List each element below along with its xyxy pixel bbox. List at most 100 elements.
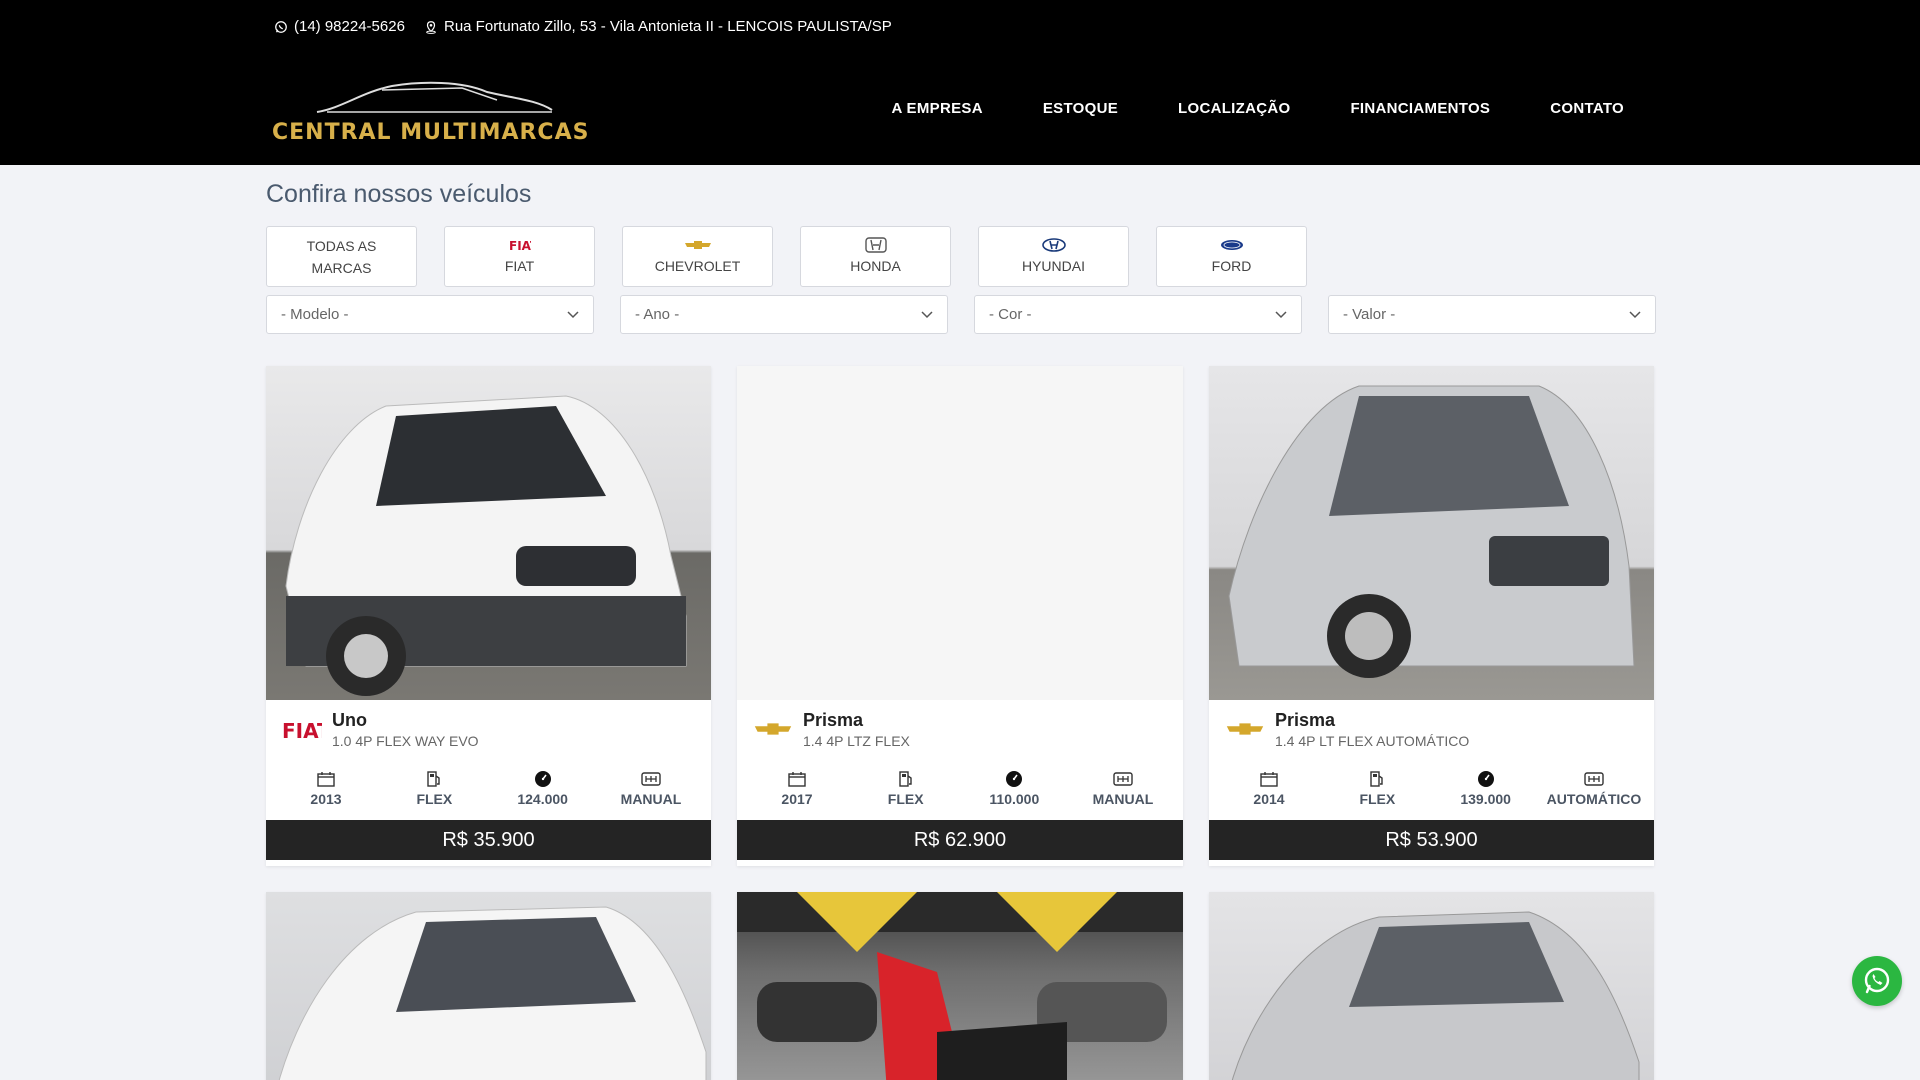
calendar-icon bbox=[1260, 772, 1278, 787]
vehicle-card[interactable]: Prisma 1.4 4P LTZ FLEX 2017 FLEX 110.000… bbox=[737, 366, 1183, 866]
honda-logo-icon bbox=[864, 236, 887, 253]
header-phone[interactable]: (14) 98224-5626 bbox=[274, 18, 405, 35]
vehicle-card[interactable] bbox=[266, 892, 711, 1080]
brand-button-all[interactable]: TODAS AS MARCAS bbox=[266, 226, 417, 287]
site-logo[interactable]: CENTRAL MULTIMARCAS bbox=[272, 78, 588, 148]
brand-label: HYUNDAI bbox=[1021, 257, 1085, 274]
brand-button-honda[interactable]: HONDA bbox=[800, 226, 951, 287]
spec-transmission: MANUAL bbox=[601, 769, 701, 821]
speedometer-icon bbox=[1477, 771, 1494, 787]
spec-year: 2017 bbox=[747, 769, 847, 821]
speedometer-icon bbox=[1006, 771, 1023, 787]
vehicle-info: Prisma 1.4 4P LT FLEX AUTOMÁTICO bbox=[1209, 700, 1654, 761]
main-nav: A EMPRESA ESTOQUE LOCALIZAÇÃO FINANCIAME… bbox=[892, 100, 1625, 117]
color-select[interactable]: - Cor - bbox=[974, 295, 1302, 334]
spec-year-value: 2013 bbox=[310, 791, 342, 807]
vehicle-photo[interactable] bbox=[737, 892, 1183, 1080]
white-car-illustration bbox=[285, 395, 687, 696]
speedometer-icon bbox=[534, 771, 551, 787]
vehicle-photo[interactable] bbox=[266, 892, 711, 1080]
vehicle-info: FIAT Uno 1.0 4P FLEX WAY EVO bbox=[266, 700, 711, 761]
vehicle-photo[interactable] bbox=[1209, 366, 1654, 700]
price-select[interactable]: - Valor - bbox=[1328, 295, 1656, 334]
vehicle-model[interactable]: Prisma bbox=[803, 710, 863, 731]
chevron-down-icon bbox=[1275, 310, 1287, 318]
brand-label: FORD bbox=[1211, 257, 1252, 274]
model-select[interactable]: - Modelo - bbox=[266, 295, 594, 334]
filter-bar: - Modelo - - Ano - - Cor - - Valor - bbox=[266, 295, 1656, 334]
spec-fuel: FLEX bbox=[856, 769, 956, 821]
brand-button-ford[interactable]: FORD bbox=[1156, 226, 1307, 287]
vehicle-card[interactable]: Prisma 1.4 4P LT FLEX AUTOMÁTICO 2014 FL… bbox=[1209, 366, 1654, 866]
fuel-pump-icon bbox=[427, 771, 441, 787]
brand-label: CHEVROLET bbox=[654, 257, 741, 274]
silver-car-illustration bbox=[1228, 385, 1635, 678]
nav-a-empresa[interactable]: A EMPRESA bbox=[892, 100, 983, 117]
spec-transmission-value: AUTOMÁTICO bbox=[1546, 791, 1642, 807]
brand-filter-bar: TODAS AS MARCAS FIAT FIAT CHEVROLET HOND… bbox=[266, 226, 1307, 287]
vehicle-photo-placeholder[interactable] bbox=[737, 366, 1183, 700]
whatsapp-icon bbox=[275, 20, 287, 33]
brand-label: TODAS AS bbox=[306, 237, 377, 254]
brand-button-chevrolet[interactable]: CHEVROLET bbox=[622, 226, 773, 287]
spec-transmission-value: MANUAL bbox=[620, 791, 682, 807]
spec-km-value: 110.000 bbox=[989, 791, 1040, 807]
nav-estoque[interactable]: ESTOQUE bbox=[1043, 100, 1118, 117]
vehicle-card[interactable]: FIAT Uno 1.0 4P FLEX WAY EVO 2013 FLEX 1… bbox=[266, 366, 711, 866]
nav-localizacao[interactable]: LOCALIZAÇÃO bbox=[1178, 100, 1290, 117]
gearbox-icon bbox=[1584, 772, 1604, 786]
whatsapp-chat-button[interactable] bbox=[1852, 956, 1902, 1006]
spec-transmission: MANUAL bbox=[1073, 769, 1173, 821]
vehicle-card[interactable] bbox=[737, 892, 1183, 1080]
spec-km-value: 124.000 bbox=[517, 791, 568, 807]
spec-transmission: AUTOMÁTICO bbox=[1544, 769, 1644, 821]
vehicle-photo[interactable] bbox=[266, 366, 711, 700]
address-text: Rua Fortunato Zillo, 53 - Vila Antonieta… bbox=[444, 18, 892, 35]
vehicle-price[interactable]: R$ 53.900 bbox=[1209, 820, 1654, 860]
fuel-pump-icon bbox=[898, 771, 912, 787]
vehicle-grid: FIAT Uno 1.0 4P FLEX WAY EVO 2013 FLEX 1… bbox=[266, 366, 1655, 1080]
vehicle-specs: 2014 FLEX 139.000 AUTOMÁTICO bbox=[1209, 761, 1654, 821]
model-select-value: - Modelo - bbox=[281, 306, 349, 323]
nav-contato[interactable]: CONTATO bbox=[1550, 100, 1624, 117]
vehicle-card[interactable] bbox=[1209, 892, 1654, 1080]
vehicle-photo[interactable] bbox=[1209, 892, 1654, 1080]
svg-text:FIAT: FIAT bbox=[509, 239, 531, 252]
header-address[interactable]: Rua Fortunato Zillo, 53 - Vila Antonieta… bbox=[424, 18, 892, 35]
vehicle-info: Prisma 1.4 4P LTZ FLEX bbox=[737, 700, 1183, 761]
page-title: Confira nossos veículos bbox=[266, 180, 532, 208]
spec-year-value: 2017 bbox=[781, 791, 813, 807]
vehicle-price[interactable]: R$ 35.900 bbox=[266, 820, 711, 860]
nav-financiamentos[interactable]: FINANCIAMENTOS bbox=[1350, 100, 1490, 117]
gearbox-icon bbox=[1113, 772, 1133, 786]
chevrolet-logo-icon bbox=[684, 237, 711, 253]
svg-text:FIAT: FIAT bbox=[282, 719, 322, 742]
white-car-illustration bbox=[278, 906, 707, 1080]
chevrolet-logo-icon bbox=[753, 714, 793, 744]
phone-text: (14) 98224-5626 bbox=[294, 18, 405, 35]
spec-fuel-value: FLEX bbox=[887, 791, 924, 807]
year-select[interactable]: - Ano - bbox=[620, 295, 948, 334]
spec-year: 2013 bbox=[276, 769, 376, 821]
year-select-value: - Ano - bbox=[635, 306, 680, 323]
gearbox-icon bbox=[641, 772, 661, 786]
ford-logo-icon bbox=[1220, 237, 1244, 253]
vehicle-specs: 2017 FLEX 110.000 MANUAL bbox=[737, 761, 1183, 821]
calendar-icon bbox=[788, 772, 806, 787]
whatsapp-icon bbox=[1864, 967, 1890, 994]
chevron-down-icon bbox=[1629, 310, 1641, 318]
fuel-pump-icon bbox=[1370, 771, 1384, 787]
vehicle-model[interactable]: Prisma bbox=[1275, 710, 1335, 731]
spec-km: 110.000 bbox=[964, 769, 1064, 821]
brand-label: HONDA bbox=[850, 257, 901, 274]
brand-label: MARCAS bbox=[311, 259, 372, 276]
vehicle-model[interactable]: Uno bbox=[332, 710, 367, 731]
brand-button-fiat[interactable]: FIAT FIAT bbox=[444, 226, 595, 287]
fiat-logo-icon: FIAT bbox=[282, 714, 322, 744]
spec-km-value: 139.000 bbox=[1460, 791, 1511, 807]
vehicle-price[interactable]: R$ 62.900 bbox=[737, 820, 1183, 860]
spec-transmission-value: MANUAL bbox=[1092, 791, 1154, 807]
spec-km: 139.000 bbox=[1436, 769, 1536, 821]
brand-button-hyundai[interactable]: HYUNDAI bbox=[978, 226, 1129, 287]
spec-fuel-value: FLEX bbox=[416, 791, 453, 807]
